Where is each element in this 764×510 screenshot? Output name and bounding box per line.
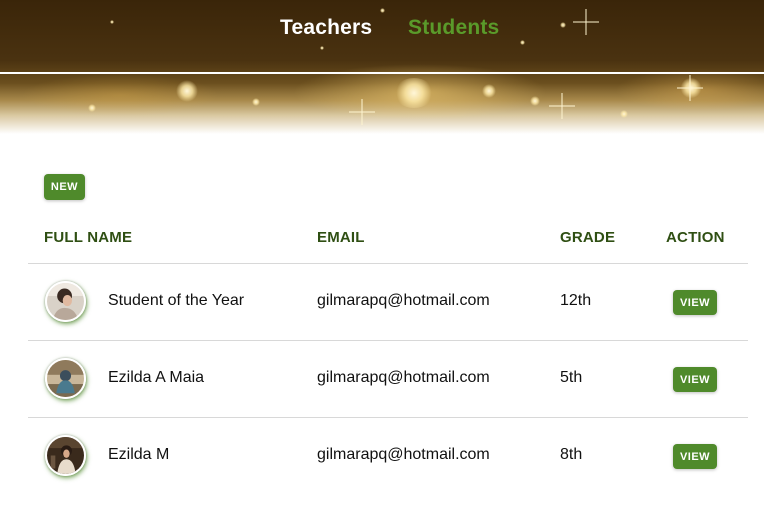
sparkle-decoration: [530, 96, 540, 106]
sparkle-decoration: [394, 78, 434, 108]
sparkle-decoration: [380, 8, 385, 13]
sparkle-decoration: [252, 98, 260, 106]
view-button[interactable]: VIEW: [673, 444, 717, 469]
column-header-full-name: FULL NAME: [44, 229, 133, 246]
avatar: [45, 435, 86, 476]
header-banner: Teachers Students: [0, 0, 764, 134]
avatar: [45, 358, 86, 399]
student-grade: 5th: [560, 369, 583, 386]
view-button[interactable]: VIEW: [673, 367, 717, 392]
sparkle-decoration: [620, 110, 628, 118]
table-row: Ezilda A Maia gilmarapq@hotmail.com 5th …: [28, 341, 748, 418]
student-name: Ezilda A Maia: [108, 369, 205, 386]
nav-students-link[interactable]: Students: [408, 16, 499, 40]
student-email: gilmarapq@hotmail.com: [317, 369, 490, 386]
student-name: Ezilda M: [108, 446, 170, 463]
sparkle-decoration: [320, 46, 324, 50]
table-row: Ezilda M gilmarapq@hotmail.com 8th VIEW: [28, 418, 748, 495]
student-photo-icon: [47, 360, 84, 397]
nav-teachers-link[interactable]: Teachers: [280, 16, 372, 40]
students-table: FULL NAME EMAIL GRADE ACTION Student of …: [28, 218, 748, 495]
student-grade: 12th: [560, 292, 592, 309]
column-header-grade: GRADE: [560, 229, 616, 246]
view-button[interactable]: VIEW: [673, 290, 717, 315]
student-email: gilmarapq@hotmail.com: [317, 292, 490, 309]
student-photo-icon: [47, 437, 84, 474]
student-grade: 8th: [560, 446, 583, 463]
student-photo-icon: [47, 283, 84, 320]
table-header: FULL NAME EMAIL GRADE ACTION: [28, 218, 748, 264]
top-nav: Teachers Students: [0, 14, 764, 44]
table-row: Student of the Year gilmarapq@hotmail.co…: [28, 264, 748, 341]
column-header-email: EMAIL: [317, 229, 365, 246]
new-student-button[interactable]: NEW: [44, 174, 85, 200]
nav-divider: [0, 72, 764, 74]
student-name: Student of the Year: [108, 292, 245, 309]
sparkle-decoration: [88, 104, 96, 112]
student-email: gilmarapq@hotmail.com: [317, 446, 490, 463]
avatar: [45, 281, 86, 322]
column-header-action: ACTION: [666, 229, 725, 246]
sparkle-decoration: [482, 84, 496, 98]
sparkle-decoration: [176, 80, 198, 102]
